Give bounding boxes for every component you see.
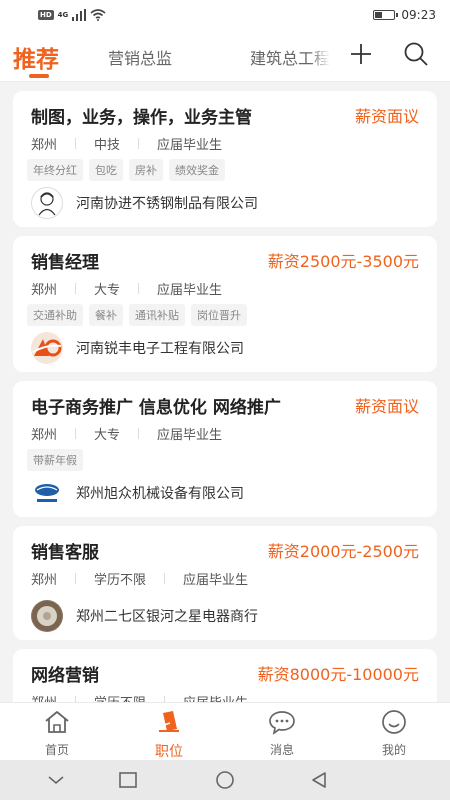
company-name: 河南协进不锈钢制品有限公司 [76, 196, 258, 212]
job-education: 学历不限 [94, 573, 147, 588]
job-title: 电子商务推广 信息优化 网络推广 [31, 398, 281, 418]
nav-messages[interactable]: 消息 [252, 709, 312, 758]
network-type: 4G [57, 11, 69, 19]
job-education: 学历不限 [94, 692, 146, 702]
back-icon[interactable] [309, 770, 329, 790]
wifi-icon [90, 9, 106, 21]
benefit-tag: 房补 [129, 159, 163, 181]
job-education: 大专 [94, 283, 121, 298]
add-category-icon[interactable] [349, 42, 373, 66]
company-row: 郑州二七区银河之星电器商行 [31, 600, 258, 632]
job-tags: 交通补助 餐补 通讯补贴 岗位晋升 [27, 304, 247, 326]
job-tags: 年终分红 包吃 房补 绩效奖金 [27, 159, 225, 181]
battery-icon [373, 10, 399, 20]
job-meta: 郑州 大专 应届毕业生 [31, 279, 222, 298]
job-experience: 应届毕业生 [157, 138, 223, 153]
company-logo [31, 332, 63, 364]
job-card[interactable]: 制图，业务，操作，业务主管 薪资面议 郑州 中技 应届毕业生 年终分红 包吃 房… [13, 91, 437, 227]
search-icon[interactable] [403, 41, 429, 67]
recents-icon[interactable] [118, 770, 138, 790]
benefit-tag: 包吃 [89, 159, 123, 181]
job-meta: 郑州 中技 应届毕业生 [31, 134, 222, 153]
chevron-down-icon[interactable] [46, 770, 66, 790]
job-card[interactable]: 电子商务推广 信息优化 网络推广 薪资面议 郑州 大专 应届毕业生 带薪年假 郑… [13, 381, 437, 517]
status-right: 09:23 [373, 8, 436, 22]
company-row: 河南协进不锈钢制品有限公司 [31, 187, 258, 219]
nav-profile[interactable]: 我的 [364, 709, 424, 758]
job-list: 制图，业务，操作，业务主管 薪资面议 郑州 中技 应届毕业生 年终分红 包吃 房… [0, 82, 450, 702]
job-location: 郑州 [31, 138, 58, 153]
benefit-tag: 绩效奖金 [169, 159, 225, 181]
company-logo [31, 600, 63, 632]
status-indicators: HD 4G [38, 9, 106, 21]
job-salary: 薪资面议 [354, 107, 419, 126]
job-location: 郑州 [31, 573, 58, 588]
bottom-navigation: 首页 职位 消息 我的 [0, 702, 450, 760]
job-salary: 薪资面议 [354, 397, 419, 416]
xuzhong-logo-icon [35, 484, 59, 502]
benefit-tag: 带薪年假 [27, 449, 83, 471]
job-location: 郑州 [31, 428, 58, 443]
job-title: 销售客服 [31, 543, 99, 563]
benefit-tag: 交通补助 [27, 304, 83, 326]
home-icon [45, 711, 69, 733]
message-icon [269, 711, 295, 735]
tab-marketing-director[interactable]: 营销总监 [108, 45, 172, 69]
tab-recommended[interactable]: 推荐 [13, 40, 59, 74]
company-logo [31, 187, 63, 219]
job-location: 郑州 [31, 692, 57, 702]
company-name: 河南锐丰电子工程有限公司 [76, 341, 244, 357]
hd-badge: HD [38, 10, 54, 20]
job-card[interactable]: 销售经理 薪资2500元-3500元 郑州 大专 应届毕业生 交通补助 餐补 通… [13, 236, 437, 372]
nav-home[interactable]: 首页 [27, 709, 87, 758]
system-navigation-bar [0, 760, 450, 800]
tab-chief-engineer[interactable]: 建筑总工程师 [250, 45, 330, 69]
job-card[interactable]: 销售客服 薪资2000元-2500元 郑州 学历不限 应届毕业生 郑州二七区银河… [13, 526, 437, 640]
nav-messages-label: 消息 [269, 743, 294, 757]
company-name: 郑州二七区银河之星电器商行 [76, 609, 258, 625]
company-logo [31, 477, 63, 509]
job-card[interactable]: 网络营销 薪资8000元-10000元 郑州 学历不限 应届毕业生 [13, 649, 437, 702]
job-title: 制图，业务，操作，业务主管 [31, 108, 252, 128]
company-row: 河南锐丰电子工程有限公司 [31, 332, 244, 364]
job-education: 中技 [94, 138, 121, 153]
company-name: 郑州旭众机械设备有限公司 [76, 486, 244, 502]
job-location: 郑州 [31, 283, 58, 298]
job-experience: 应届毕业生 [183, 573, 249, 588]
job-meta: 郑州 学历不限 应届毕业生 [31, 569, 248, 588]
job-education: 大专 [94, 428, 121, 443]
benefit-tag: 岗位晋升 [191, 304, 247, 326]
job-tags: 带薪年假 [27, 449, 83, 471]
active-tab-indicator [29, 74, 49, 78]
job-title: 网络营销 [31, 666, 99, 686]
nav-jobs[interactable]: 职位 [139, 709, 199, 761]
portrait-logo-icon [38, 192, 56, 216]
job-title: 销售经理 [31, 253, 99, 273]
job-salary: 薪资8000元-10000元 [257, 665, 419, 684]
company-row: 郑州旭众机械设备有限公司 [31, 477, 244, 509]
profile-icon [382, 710, 406, 734]
clock: 09:23 [401, 8, 436, 22]
job-meta: 郑州 大专 应届毕业生 [31, 424, 222, 443]
status-bar: HD 4G 09:23 [0, 0, 450, 30]
ao-logo-icon [32, 339, 62, 357]
nav-profile-label: 我的 [381, 743, 406, 757]
job-salary: 薪资2000元-2500元 [267, 542, 419, 561]
category-tab-bar: 推荐 营销总监 建筑总工程师 [0, 30, 450, 82]
benefit-tag: 年终分红 [27, 159, 83, 181]
briefcase-icon [159, 711, 179, 732]
round-logo-icon [32, 601, 62, 631]
signal-icon [72, 9, 87, 21]
benefit-tag: 通讯补贴 [129, 304, 185, 326]
benefit-tag: 餐补 [89, 304, 123, 326]
home-circle-icon[interactable] [215, 770, 235, 790]
job-experience: 应届毕业生 [157, 428, 223, 443]
job-experience: 应届毕业生 [157, 283, 223, 298]
job-meta: 郑州 学历不限 应届毕业生 [31, 692, 248, 702]
nav-home-label: 首页 [44, 743, 69, 757]
job-salary: 薪资2500元-3500元 [267, 252, 419, 271]
nav-jobs-label: 职位 [155, 744, 183, 760]
job-experience: 应届毕业生 [183, 692, 248, 702]
